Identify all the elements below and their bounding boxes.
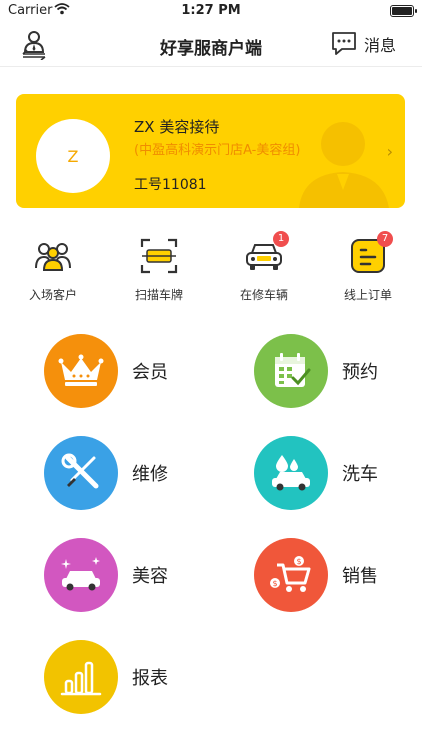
navigation-bar: 好享服商户端 消息	[0, 22, 422, 67]
crown-icon	[58, 354, 104, 386]
store-name: (中盈高科演示门店A-美容组)	[134, 143, 301, 158]
feature-repair[interactable]: 维修	[44, 436, 234, 512]
svg-text:$: $	[272, 579, 277, 588]
avatar: Z	[36, 119, 110, 193]
job-number: 工号11081	[134, 177, 207, 193]
notification-badge: 7	[377, 231, 393, 247]
quick-action-label: 在修车辆	[239, 288, 288, 302]
battery-icon	[390, 5, 417, 17]
quick-action-scan-plate[interactable]: 扫描车牌	[124, 236, 194, 303]
cart-icon: $ $	[270, 556, 311, 592]
feature-appointment[interactable]: 预约	[254, 334, 422, 410]
profile-card[interactable]: Z ZX 美容接待 (中盈高科演示门店A-美容组) 工号11081 ›	[16, 94, 405, 208]
quick-action-label: 入场客户	[28, 288, 77, 302]
notification-badge: 1	[273, 231, 289, 247]
feature-label: 洗车	[342, 464, 378, 485]
svg-text:$: $	[296, 557, 301, 566]
feature-label: 美容	[132, 566, 168, 587]
quick-action-label: 扫描车牌	[134, 288, 183, 302]
feature-report[interactable]: 报表	[44, 640, 234, 716]
messages-label: 消息	[363, 36, 396, 55]
feature-car-wash[interactable]: 洗车	[254, 436, 422, 512]
feature-label: 报表	[132, 668, 168, 689]
wrench-screwdriver-icon	[61, 453, 99, 489]
feature-label: 销售	[342, 566, 378, 587]
chat-bubble-icon	[332, 32, 356, 55]
quick-action-cars-in-repair[interactable]: 1 在修车辆	[229, 231, 299, 303]
scan-plate-icon	[140, 238, 178, 274]
quick-action-label: 线上订单	[343, 288, 392, 302]
feature-beauty[interactable]: 美容	[44, 538, 234, 614]
staff-silhouette-icon	[299, 122, 389, 208]
beauty-circle	[44, 538, 118, 612]
avatar-letter: Z	[67, 146, 79, 166]
feature-label: 维修	[132, 464, 168, 485]
sales-circle: $ $	[254, 538, 328, 612]
customers-icon	[35, 243, 71, 271]
feature-label: 会员	[132, 362, 168, 383]
user-name: ZX 美容接待	[134, 118, 220, 136]
feature-member[interactable]: 会员	[44, 334, 234, 410]
chevron-right-icon: ›	[386, 142, 393, 161]
report-circle	[44, 640, 118, 714]
messages-button[interactable]: 消息	[330, 30, 396, 58]
bar-chart-icon	[60, 661, 102, 696]
feature-label: 预约	[342, 362, 378, 383]
car-sparkle-icon	[61, 557, 100, 591]
member-circle	[44, 334, 118, 408]
feature-sales[interactable]: $ $ 销售	[254, 538, 422, 614]
calendar-check-icon	[275, 353, 311, 387]
clock: 1:27 PM	[181, 3, 241, 18]
status-bar: Carrier 1:27 PM	[0, 0, 422, 22]
quick-action-customers[interactable]: 入场客户	[18, 236, 88, 303]
appointment-circle	[254, 334, 328, 408]
car-wash-icon	[272, 455, 310, 491]
quick-action-online-orders[interactable]: 7 线上订单	[333, 231, 403, 303]
repair-circle	[44, 436, 118, 510]
car-wash-circle	[254, 436, 328, 510]
